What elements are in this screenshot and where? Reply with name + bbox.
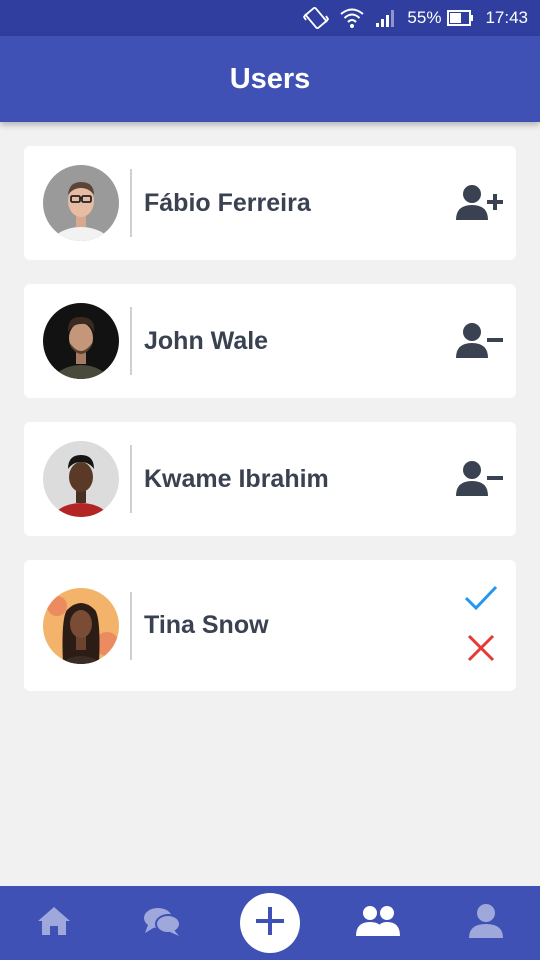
vibrate-icon — [303, 6, 330, 30]
users-icon — [354, 904, 402, 943]
remove-user-icon[interactable] — [450, 449, 510, 509]
nav-users[interactable] — [324, 886, 432, 960]
wifi-icon — [339, 7, 365, 29]
user-name: Tina Snow — [144, 611, 269, 639]
user-card[interactable]: Kwame Ibrahim — [24, 422, 516, 536]
divider — [130, 591, 132, 660]
add-button[interactable] — [240, 893, 300, 953]
user-name: John Wale — [144, 326, 269, 355]
avatar — [43, 441, 119, 517]
nav-profile[interactable] — [432, 886, 540, 960]
reject-x-icon[interactable] — [462, 630, 500, 666]
avatar — [43, 303, 119, 379]
user-card[interactable]: John Wale — [24, 284, 516, 398]
divider — [130, 169, 132, 237]
add-user-icon[interactable] — [450, 173, 510, 233]
avatar — [43, 587, 119, 664]
home-icon — [36, 905, 72, 942]
chat-icon — [142, 905, 182, 942]
user-card[interactable]: Tina Snow — [24, 560, 516, 691]
battery-percent: 55% — [407, 8, 442, 27]
divider — [130, 445, 132, 513]
nav-chat[interactable] — [108, 886, 216, 960]
accept-check-icon[interactable] — [462, 580, 500, 616]
request-actions — [462, 580, 500, 666]
app-bar: Users — [0, 36, 540, 122]
page-title: Users — [229, 62, 311, 95]
nav-home[interactable] — [0, 886, 108, 960]
status-bar: 55% 17:43 — [0, 0, 540, 36]
clock: 17:43 — [485, 8, 528, 27]
user-name: Kwame Ibrahim — [144, 464, 329, 493]
user-name: Fábio Ferreira — [144, 188, 311, 217]
user-card[interactable]: Fábio Ferreira — [24, 146, 516, 260]
battery-icon — [447, 9, 475, 27]
avatar — [43, 165, 119, 241]
nav-add[interactable] — [216, 886, 324, 960]
remove-user-icon[interactable] — [450, 311, 510, 371]
signal-icon — [375, 8, 397, 28]
add-icon — [254, 905, 286, 942]
bottom-nav — [0, 886, 540, 960]
divider — [130, 307, 132, 375]
user-list: Fábio Ferreira John Wale Kwame Ibrahim T… — [24, 146, 516, 715]
profile-icon — [467, 903, 505, 944]
